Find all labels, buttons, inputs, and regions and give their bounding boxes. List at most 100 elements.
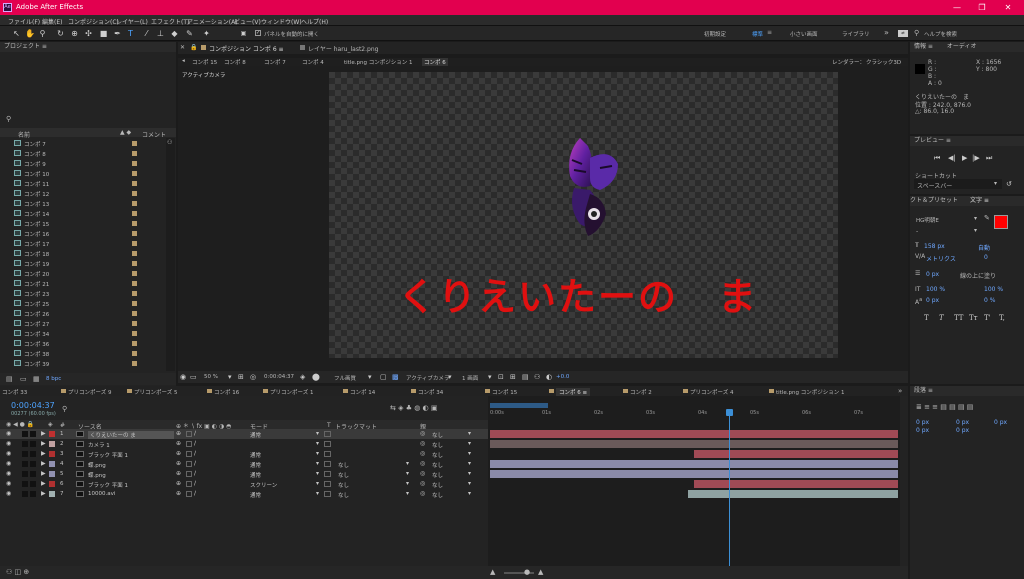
workspace-small-screen[interactable]: 小さい画面 <box>790 30 818 38</box>
label-color-swatch[interactable] <box>132 301 137 306</box>
shy-switch-icon[interactable]: ⊕ <box>176 480 181 487</box>
shy-switch-icon[interactable]: ⊕ <box>176 470 181 477</box>
collapse-switch[interactable] <box>186 481 192 487</box>
parent-dropdown-icon[interactable]: ▾ <box>468 470 471 477</box>
parent-pickwhip-icon[interactable]: ◎ <box>420 480 425 487</box>
subscript-button[interactable]: T, <box>999 314 1005 322</box>
arrow-left-icon[interactable]: ◂ <box>182 58 185 64</box>
layer-name[interactable]: くりえいたーの ま <box>88 431 174 439</box>
expand-triangle-icon[interactable]: ▶ <box>41 490 46 497</box>
layer-mode[interactable]: 通常 <box>250 451 261 459</box>
roto-brush-tool-icon[interactable]: ✎ <box>185 29 194 38</box>
project-item[interactable]: コンポ 19 <box>0 258 166 268</box>
project-item[interactable]: コンポ 10 <box>0 168 166 178</box>
mode-dropdown-icon[interactable]: ▾ <box>316 460 319 467</box>
layer-duration-bar[interactable] <box>490 470 898 478</box>
project-item[interactable]: コンポ 20 <box>0 268 166 278</box>
visibility-eye-icon[interactable]: ◉ <box>6 480 11 487</box>
menu-effect[interactable]: エフェクト(T) <box>151 17 189 26</box>
more-tabs-icon[interactable]: » <box>898 387 902 395</box>
layer-label-color[interactable] <box>49 461 55 467</box>
layer-name[interactable]: 10000.avi <box>88 491 115 497</box>
label-color-swatch[interactable] <box>132 281 137 286</box>
timeline-tab[interactable]: プリコンポーズ 9 <box>68 388 111 396</box>
solo-toggle[interactable] <box>22 441 28 447</box>
timeline-tab[interactable]: コンポ 16 <box>214 388 239 396</box>
layer-name[interactable]: カメラ 1 <box>88 441 110 449</box>
zoom-dropdown-icon[interactable]: ▾ <box>228 373 232 381</box>
flowchart-icon[interactable]: ⚇ <box>534 373 540 381</box>
parent-pickwhip-icon[interactable]: ◎ <box>420 490 425 497</box>
timeline-switches-icons[interactable]: ⇆ ◈ ♣ ◍ ◐ ▣ <box>390 404 437 412</box>
label-color-swatch[interactable] <box>132 331 137 336</box>
auto-open-checkbox[interactable]: ✓ <box>255 30 261 36</box>
solo-toggle[interactable] <box>22 451 28 457</box>
project-item[interactable]: コンポ 25 <box>0 298 166 308</box>
menu-composition[interactable]: コンポジション(C) <box>68 17 119 26</box>
font-dropdown-icon[interactable]: ▾ <box>974 215 977 222</box>
label-color-swatch[interactable] <box>132 161 137 166</box>
project-item[interactable]: コンポ 27 <box>0 318 166 328</box>
preview-tab[interactable]: プレビュー ≡ <box>910 136 1024 146</box>
prev-frame-icon[interactable]: ◀| <box>948 154 956 162</box>
new-composition-icon[interactable]: ▦ <box>33 375 40 383</box>
expand-triangle-icon[interactable]: ▶ <box>41 440 46 447</box>
project-item[interactable]: コンポ 18 <box>0 248 166 258</box>
resolution-dropdown-icon[interactable]: ▾ <box>368 373 372 381</box>
layer-name[interactable]: 蝶.png <box>88 461 106 469</box>
timeline-icon[interactable]: ▤ <box>522 373 529 381</box>
stroke-mode-value[interactable]: 線の上に塗り <box>960 271 996 280</box>
label-header-icon[interactable]: ◈ <box>48 421 53 428</box>
project-item[interactable]: コンポ 15 <box>0 218 166 228</box>
project-item[interactable]: コンポ 7 <box>0 138 166 148</box>
lock-icon[interactable]: 🔒 <box>190 44 197 51</box>
view-layout-value[interactable]: 1 画面 <box>462 374 478 382</box>
composition-tab[interactable]: コンポジション コンポ 6 ≡ <box>209 44 284 53</box>
views-dropdown-icon[interactable]: ▾ <box>488 373 492 381</box>
solo-toggle[interactable] <box>22 481 28 487</box>
mode-dropdown-icon[interactable]: ▾ <box>316 490 319 497</box>
new-folder-icon[interactable]: ▭ <box>20 375 27 383</box>
lock-toggle[interactable] <box>30 451 36 457</box>
timeline-tab[interactable]: コンポ 33 <box>2 388 27 396</box>
timeline-tab[interactable]: プリコンポーズ 5 <box>134 388 177 396</box>
trackmatte-value[interactable]: なし <box>338 491 349 499</box>
project-item[interactable]: コンポ 9 <box>0 158 166 168</box>
project-item[interactable]: コンポ 13 <box>0 198 166 208</box>
timeline-search-icon[interactable]: ⚲ <box>62 405 67 413</box>
workspace-standard[interactable]: 標準 <box>752 30 763 38</box>
mode-dropdown-icon[interactable]: ▾ <box>316 480 319 487</box>
maximize-button[interactable]: ❐ <box>975 2 989 13</box>
faux-italic-button[interactable]: T <box>939 314 944 322</box>
solo-toggle[interactable] <box>22 471 28 477</box>
layer-row[interactable]: ◉ ▶ 5 蝶.png ⊕ ∕ 通常 ▾ なし ▾ ◎ なし ▾ <box>0 469 488 479</box>
shy-switch-icon[interactable]: ⊕ <box>176 440 181 447</box>
label-color-swatch[interactable] <box>132 251 137 256</box>
label-color-swatch[interactable] <box>132 221 137 226</box>
display-icon[interactable]: ▭ <box>190 373 197 381</box>
last-frame-icon[interactable]: ⏭ <box>986 154 992 163</box>
trackmatte-dropdown-icon[interactable]: ▾ <box>406 470 409 477</box>
layer-label-color[interactable] <box>49 481 55 487</box>
quality-switch-icon[interactable]: ∕ <box>194 480 196 487</box>
quality-switch-icon[interactable]: ∕ <box>194 430 196 437</box>
play-icon[interactable]: ▶ <box>962 154 967 162</box>
more-workspaces-button[interactable]: » <box>884 28 889 37</box>
project-item[interactable]: コンポ 36 <box>0 338 166 348</box>
mode-dropdown-icon[interactable]: ▾ <box>316 450 319 457</box>
clone-stamp-tool-icon[interactable]: ⊥ <box>156 29 165 38</box>
label-color-swatch[interactable] <box>132 191 137 196</box>
layer-tab[interactable]: レイヤー haru_last2.png <box>308 44 378 53</box>
layer-label-color[interactable] <box>49 471 55 477</box>
parent-pickwhip-icon[interactable]: ◎ <box>420 440 425 447</box>
layer-label-color[interactable] <box>49 451 55 457</box>
collapse-switch[interactable] <box>186 451 192 457</box>
parent-value[interactable]: なし <box>432 491 443 499</box>
audio-tab[interactable]: オーディオ <box>947 43 977 50</box>
parent-dropdown-icon[interactable]: ▾ <box>468 430 471 437</box>
menu-window[interactable]: ウィンドウ(W) <box>261 17 302 26</box>
zoom-out-icon[interactable]: ▲ <box>490 568 495 576</box>
timeline-tab[interactable]: title.png コンポジション 1 <box>776 388 844 396</box>
label-color-swatch[interactable] <box>132 311 137 316</box>
layer-duration-bar[interactable] <box>694 450 898 458</box>
